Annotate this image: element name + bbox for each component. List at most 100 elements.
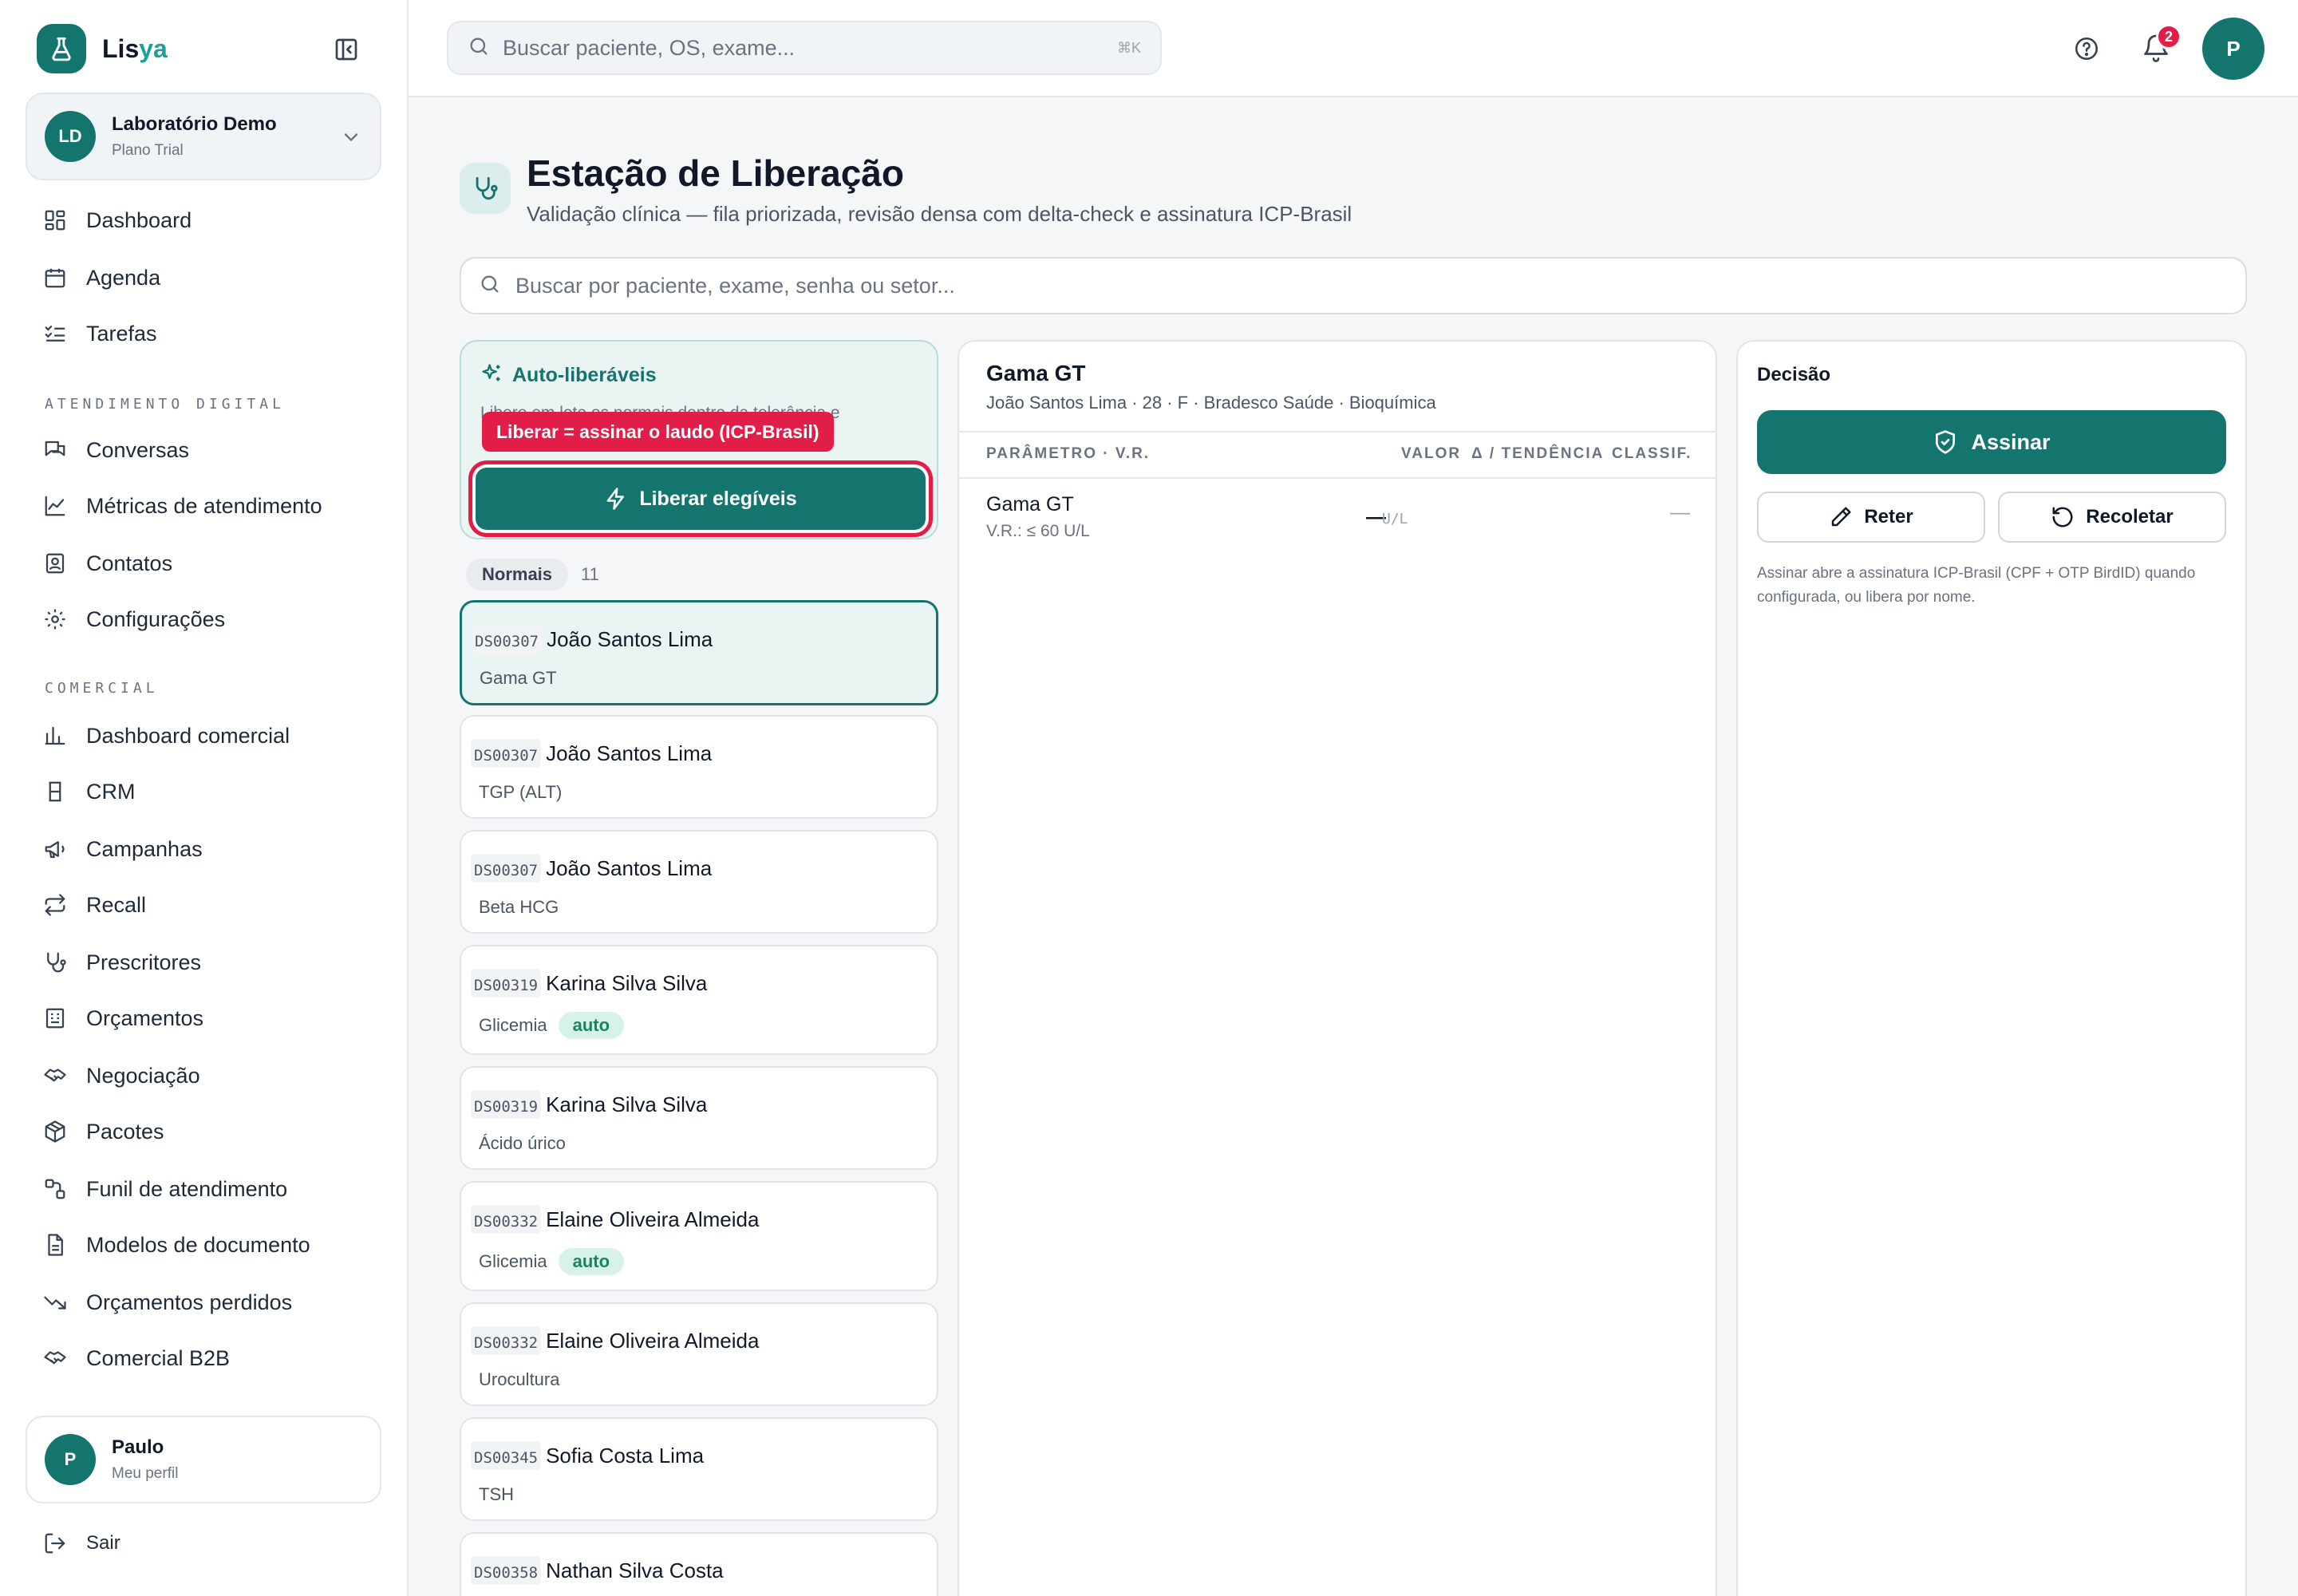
sign-button[interactable]: Assinar bbox=[1757, 410, 2226, 474]
brand[interactable]: Lisya bbox=[37, 24, 168, 73]
flask-logo-icon bbox=[37, 24, 86, 73]
nav-section-comercial: COMERCIAL bbox=[45, 680, 159, 697]
nav-metricas[interactable]: Métricas de atendimento bbox=[43, 488, 322, 523]
nav-configuracoes[interactable]: Configurações bbox=[43, 602, 225, 637]
queue-item[interactable]: DS00307 João Santos Lima Gama GT bbox=[460, 600, 938, 705]
org-switcher[interactable]: LD Laboratório Demo Plano Trial bbox=[26, 93, 381, 180]
brand-name: Lisya bbox=[102, 34, 168, 63]
decision-title: Decisão bbox=[1757, 364, 1831, 385]
recollect-button[interactable]: Recoletar bbox=[1998, 492, 2226, 543]
nav-campanhas[interactable]: Campanhas bbox=[43, 832, 203, 867]
logout-label: Sair bbox=[86, 1532, 120, 1554]
nav-dashboard-comercial[interactable]: Dashboard comercial bbox=[43, 718, 290, 753]
global-search-placeholder: Buscar paciente, OS, exame... bbox=[503, 35, 796, 60]
nav-label: Campanhas bbox=[86, 836, 203, 861]
queue-item-patient: João Santos Lima bbox=[546, 741, 713, 765]
queue-item-patient: Karina Silva Silva bbox=[546, 1092, 708, 1116]
nav-label: Comercial B2B bbox=[86, 1345, 231, 1370]
nav-label: Recall bbox=[86, 892, 147, 917]
queue-item-code: DS00307 bbox=[472, 625, 543, 654]
line-chart-icon bbox=[43, 494, 67, 518]
search-shortcut: ⌘K bbox=[1116, 39, 1141, 56]
contact-icon bbox=[43, 551, 67, 575]
nav-modelos[interactable]: Modelos de documento bbox=[43, 1227, 310, 1262]
sign-label: Assinar bbox=[1971, 429, 2051, 454]
queue-group-chip[interactable]: Normais bbox=[466, 559, 569, 591]
result-reference: V.R.: ≤ 60 U/L bbox=[986, 522, 1090, 540]
rotate-ccw-icon bbox=[2051, 505, 2075, 529]
handshake-icon bbox=[43, 1064, 67, 1088]
nav-label: CRM bbox=[86, 779, 136, 804]
nav-crm[interactable]: CRM bbox=[43, 774, 136, 809]
queue-item[interactable]: DS00332 Elaine Oliveira Almeida Glicemia a… bbox=[460, 1181, 938, 1291]
nav-label: Conversas bbox=[86, 437, 190, 462]
queue-item-code: DS00307 bbox=[471, 739, 542, 768]
review-exam-title: Gama GT bbox=[986, 361, 1086, 385]
queue-item[interactable]: DS00319 Karina Silva Silva Glicemia auto bbox=[460, 945, 938, 1055]
queue-item[interactable]: DS00345 Sofia Costa Lima TSH bbox=[460, 1417, 938, 1521]
funnel-route-icon bbox=[43, 1177, 67, 1201]
user-avatar[interactable]: P bbox=[2202, 18, 2264, 80]
decision-note: Assinar abre a assinatura ICP-Brasil (CP… bbox=[1757, 565, 2196, 606]
queue-item[interactable]: DS00307 João Santos Lima Beta HCG bbox=[460, 830, 938, 934]
queue-item-code: DS00345 bbox=[471, 1441, 542, 1470]
nav-prescritores[interactable]: Prescritores bbox=[43, 945, 201, 980]
trending-down-icon bbox=[43, 1290, 67, 1314]
queue-item-exam: TSH bbox=[479, 1484, 514, 1504]
queue-item[interactable]: DS00307 João Santos Lima TGP (ALT) bbox=[460, 715, 938, 819]
column-header-class: CLASSIF. bbox=[1612, 445, 1692, 462]
org-plan: Plano Trial bbox=[112, 142, 184, 159]
nav-negociacao[interactable]: Negociação bbox=[43, 1058, 200, 1093]
nav-label: Agenda bbox=[86, 265, 161, 290]
queue-item-code: DS00332 bbox=[471, 1205, 542, 1234]
hold-button[interactable]: Reter bbox=[1757, 492, 1985, 543]
org-name: Laboratório Demo bbox=[112, 113, 277, 135]
profile-card[interactable]: P Paulo Meu perfil bbox=[26, 1416, 381, 1503]
nav-label: Pacotes bbox=[86, 1119, 164, 1144]
search-icon bbox=[479, 273, 501, 299]
queue-item-exam: Ácido úrico bbox=[479, 1133, 566, 1153]
topbar: Buscar paciente, OS, exame... ⌘K 2 P bbox=[409, 0, 2298, 97]
logout-icon bbox=[43, 1531, 67, 1555]
nav-label: Modelos de documento bbox=[86, 1232, 310, 1257]
search-icon bbox=[468, 35, 490, 61]
global-search-input[interactable]: Buscar paciente, OS, exame... ⌘K bbox=[447, 21, 1162, 75]
sidebar-collapse-icon[interactable] bbox=[334, 37, 359, 62]
release-eligible-button[interactable]: Liberar elegíveis bbox=[476, 468, 926, 530]
nav-contatos[interactable]: Contatos bbox=[43, 546, 172, 581]
nav-conversas[interactable]: Conversas bbox=[43, 433, 189, 468]
nav-label: Dashboard bbox=[86, 207, 192, 232]
queue-item[interactable]: DS00319 Karina Silva Silva Ácido úrico bbox=[460, 1066, 938, 1170]
queue-item[interactable]: DS00332 Elaine Oliveira Almeida Urocultur… bbox=[460, 1302, 938, 1406]
queue-item[interactable]: DS00358 Nathan Silva Costa bbox=[460, 1532, 938, 1596]
nav-label: Orçamentos perdidos bbox=[86, 1290, 293, 1314]
nav-orcamentos-perdidos[interactable]: Orçamentos perdidos bbox=[43, 1285, 292, 1320]
logout-button[interactable]: Sair bbox=[43, 1526, 120, 1561]
review-panel: Gama GT João Santos Lima · 28 · F · Brad… bbox=[958, 340, 1717, 1596]
nav-tarefas[interactable]: Tarefas bbox=[43, 316, 157, 351]
nav-pacotes[interactable]: Pacotes bbox=[43, 1114, 164, 1149]
nav-agenda[interactable]: Agenda bbox=[43, 260, 160, 295]
queue-item-patient: Sofia Costa Lima bbox=[546, 1443, 705, 1468]
queue-item-exam: Glicemia bbox=[479, 1015, 547, 1035]
queue-item-code: DS00358 bbox=[471, 1556, 542, 1585]
auto-badge: auto bbox=[558, 1012, 625, 1039]
nav-label: Contatos bbox=[86, 551, 173, 575]
chevron-down-icon bbox=[340, 126, 362, 148]
result-unit: U/L bbox=[1382, 511, 1408, 527]
nav-comercial-b2b[interactable]: Comercial B2B bbox=[43, 1341, 230, 1376]
help-icon[interactable] bbox=[2073, 35, 2100, 62]
queue-search-input[interactable]: Buscar por paciente, exame, senha ou set… bbox=[460, 257, 2247, 314]
queue-item-patient: João Santos Lima bbox=[546, 855, 713, 880]
nav-orcamentos[interactable]: Orçamentos bbox=[43, 1001, 203, 1036]
nav-funil[interactable]: Funil de atendimento bbox=[43, 1171, 287, 1207]
stethoscope-icon bbox=[460, 163, 511, 214]
nav-recall[interactable]: Recall bbox=[43, 887, 146, 922]
decision-panel: Decisão Assinar Reter Recoletar Assinar … bbox=[1736, 340, 2247, 1596]
package-icon bbox=[43, 1120, 67, 1144]
result-class: — bbox=[1670, 501, 1690, 523]
nav-label: Orçamentos bbox=[86, 1005, 204, 1030]
nav-dashboard[interactable]: Dashboard bbox=[43, 203, 192, 238]
queue-item-code: DS00319 bbox=[471, 1090, 542, 1119]
gear-icon bbox=[43, 607, 67, 631]
